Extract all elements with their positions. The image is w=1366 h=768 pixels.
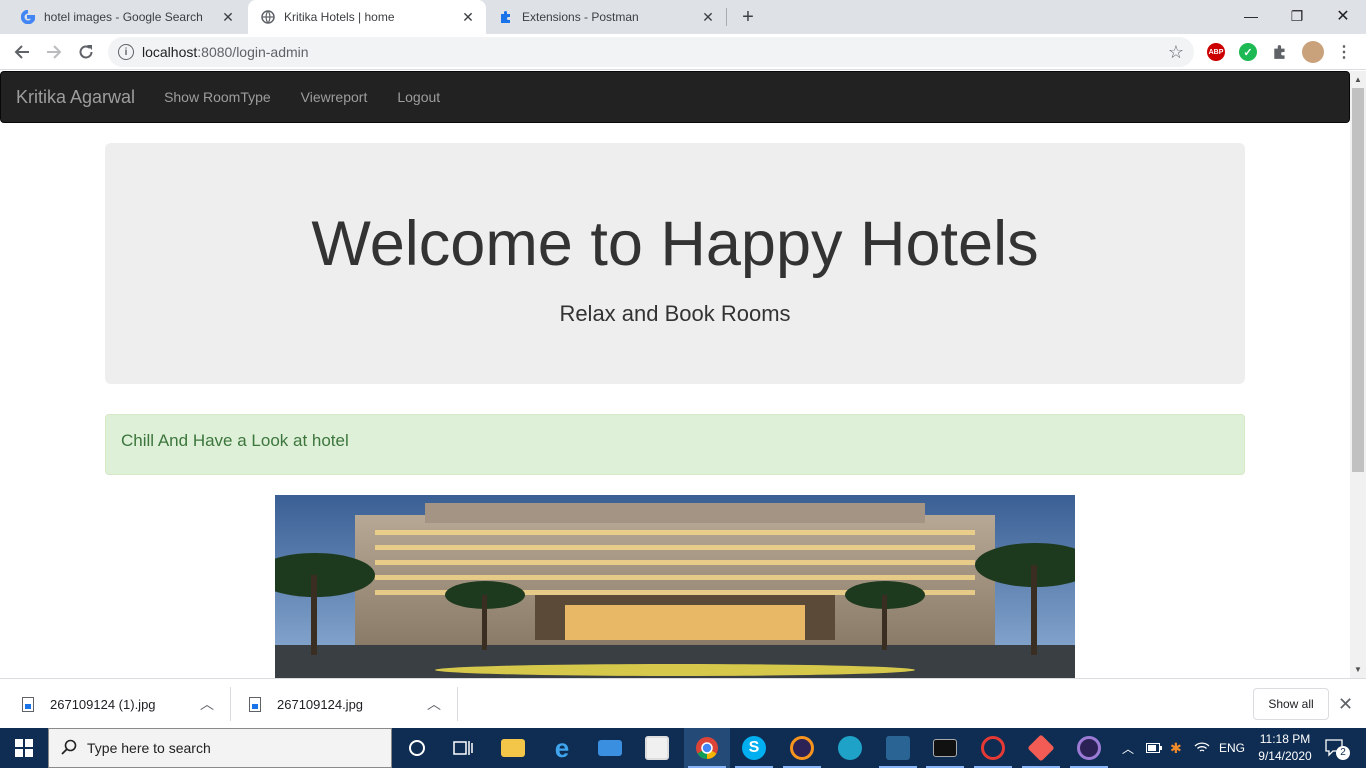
windows-start-icon[interactable] [0, 728, 48, 768]
internet-explorer-icon[interactable]: e [539, 728, 585, 768]
nav-logout[interactable]: Logout [382, 89, 455, 105]
wifi-icon[interactable] [1194, 728, 1210, 768]
url-text: localhost:8080/login-admin [142, 44, 309, 60]
download-divider [230, 687, 231, 721]
chevron-up-icon[interactable]: ︿ [427, 694, 441, 714]
tab-label: hotel images - Google Search [44, 10, 203, 24]
address-bar[interactable]: i localhost:8080/login-admin ☆ [108, 37, 1194, 67]
cortana-icon[interactable] [394, 728, 440, 768]
jumbotron: Welcome to Happy Hotels Relax and Book R… [105, 143, 1245, 384]
close-icon[interactable]: ✕ [220, 9, 236, 25]
scrollbar-thumb[interactable] [1352, 88, 1364, 472]
skype-icon[interactable]: S [731, 728, 777, 768]
page-scrollbar[interactable]: ▲ ▼ [1350, 71, 1366, 678]
mysql-workbench-icon[interactable] [875, 728, 921, 768]
success-alert: Chill And Have a Look at hotel [105, 414, 1245, 475]
battery-icon[interactable] [1146, 728, 1162, 768]
adblock-icon[interactable]: ABP [1207, 43, 1225, 61]
nav-viewreport[interactable]: Viewreport [286, 89, 383, 105]
hotel-image [275, 495, 1075, 678]
file-explorer-icon[interactable] [490, 728, 536, 768]
page-subtitle: Relax and Book Rooms [559, 301, 791, 326]
tab-kritika-hotels[interactable]: Kritika Hotels | home ✕ [248, 0, 486, 34]
menu-kebab-icon[interactable]: ⋮ [1332, 40, 1356, 64]
system-clock[interactable]: 11:18 PM 9/14/2020 [1250, 731, 1320, 765]
show-all-button[interactable]: Show all [1253, 688, 1329, 720]
info-icon[interactable]: i [118, 44, 134, 60]
download-filename: 267109124.jpg [277, 696, 364, 712]
tab-extensions-postman[interactable]: Extensions - Postman ✕ [488, 0, 726, 34]
site-navbar: Kritika Agarwal Show RoomType Viewreport… [0, 71, 1350, 123]
language-indicator[interactable]: ENG [1219, 728, 1245, 768]
search-placeholder: Type here to search [87, 740, 211, 756]
tab-label: Kritika Hotels | home [284, 10, 395, 24]
file-icon [22, 696, 34, 712]
app-diamond-icon[interactable] [1018, 728, 1064, 768]
download-item[interactable]: 267109124 (1).jpg ︿ [22, 687, 222, 721]
tab-label: Extensions - Postman [522, 10, 639, 24]
download-item[interactable]: 267109124.jpg ︿ [249, 687, 449, 721]
close-icon[interactable]: ✕ [1338, 694, 1353, 715]
file-icon [249, 696, 261, 712]
nav-show-roomtype[interactable]: Show RoomType [149, 89, 286, 105]
puzzle-icon [498, 9, 514, 25]
navbar-brand[interactable]: Kritika Agarwal [16, 87, 135, 108]
clock-time: 11:18 PM [1259, 732, 1311, 746]
close-icon[interactable]: ✕ [700, 9, 716, 25]
tab-google-search[interactable]: hotel images - Google Search ✕ [0, 0, 246, 34]
notification-count-badge: 2 [1336, 746, 1350, 760]
restore-button[interactable]: ❐ [1274, 0, 1320, 32]
browser-tabstrip: hotel images - Google Search ✕ Kritika H… [0, 0, 1366, 34]
clock-date: 9/14/2020 [1258, 749, 1312, 763]
page-viewport: Kritika Agarwal Show RoomType Viewreport… [0, 71, 1350, 678]
tab-divider [726, 8, 727, 26]
minimize-button[interactable]: — [1228, 0, 1274, 32]
google-icon [20, 9, 36, 25]
store-icon[interactable] [634, 728, 680, 768]
task-view-icon[interactable] [440, 728, 486, 768]
scroll-up-icon[interactable]: ▲ [1354, 75, 1362, 84]
profile-avatar[interactable] [1302, 41, 1324, 63]
command-prompt-icon[interactable] [922, 728, 968, 768]
show-hidden-icons-icon[interactable]: ︿ [1122, 728, 1134, 768]
page-title: Welcome to Happy Hotels [311, 209, 1039, 279]
app-tray-icon[interactable]: ✱ [1170, 728, 1182, 768]
bookmark-star-icon[interactable]: ☆ [1168, 42, 1184, 63]
scroll-down-icon[interactable]: ▼ [1354, 665, 1362, 674]
eclipse-icon[interactable] [779, 728, 825, 768]
check-extension-icon[interactable]: ✓ [1239, 43, 1257, 61]
windows-taskbar: Type here to search e S ︿ ✱ ENG 11:18 PM… [0, 728, 1366, 768]
browser-toolbar: i localhost:8080/login-admin ☆ ABP ✓ ⋮ [0, 34, 1366, 70]
window-close-button[interactable]: ✕ [1320, 0, 1366, 32]
edge-icon[interactable] [827, 728, 873, 768]
taskbar-search-input[interactable]: Type here to search [48, 728, 392, 768]
chrome-icon[interactable] [684, 728, 730, 768]
download-shelf: 267109124 (1).jpg ︿ 267109124.jpg ︿ Show… [0, 678, 1366, 728]
extensions-puzzle-icon[interactable] [1271, 43, 1289, 61]
download-filename: 267109124 (1).jpg [50, 696, 156, 712]
mail-icon[interactable] [587, 728, 633, 768]
close-icon[interactable]: ✕ [460, 9, 476, 25]
new-tab-button[interactable]: + [738, 7, 758, 27]
notifications-icon[interactable]: 2 [1325, 728, 1350, 768]
eclipse-icon[interactable] [1066, 728, 1112, 768]
globe-icon [260, 9, 276, 25]
download-divider [457, 687, 458, 721]
search-icon [61, 739, 77, 758]
forward-button[interactable] [42, 40, 66, 64]
back-button[interactable] [10, 40, 34, 64]
chevron-up-icon[interactable]: ︿ [200, 694, 214, 714]
reload-button[interactable] [74, 40, 98, 64]
app-red-swirl-icon[interactable] [970, 728, 1016, 768]
